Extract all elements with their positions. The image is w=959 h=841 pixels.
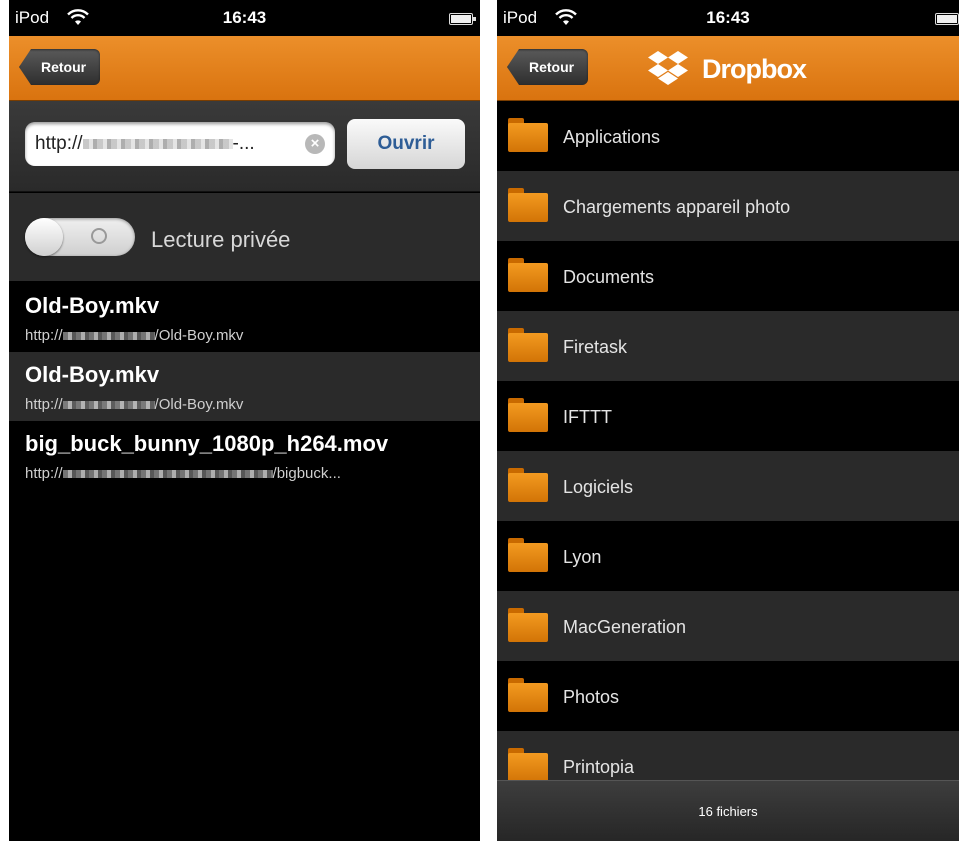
folder-icon xyxy=(508,748,548,782)
folder-icon xyxy=(508,468,548,502)
battery-icon xyxy=(449,13,476,25)
open-button[interactable]: Ouvrir xyxy=(347,119,465,169)
url-suffix: -... xyxy=(232,133,255,154)
folder-icon xyxy=(508,258,548,292)
folder-row[interactable]: Documents xyxy=(497,241,959,311)
back-button[interactable]: Retour xyxy=(19,49,101,85)
folder-name: Chargements appareil photo xyxy=(563,197,791,217)
status-bar: iPod 16:43 xyxy=(497,0,959,36)
folder-icon xyxy=(508,188,548,222)
history-item[interactable]: Old-Boy.mkv http:///Old-Boy.mkv xyxy=(9,352,480,421)
folder-icon xyxy=(508,398,548,432)
history-item[interactable]: big_buck_bunny_1080p_h264.mov http:///bi… xyxy=(9,421,480,490)
folder-icon xyxy=(508,328,548,362)
url-bar: http:// -... × Ouvrir xyxy=(9,101,480,192)
battery-icon xyxy=(935,13,959,25)
clock: 16:43 xyxy=(706,8,750,27)
history-title: Old-Boy.mkv xyxy=(25,293,160,318)
url-prefix: http:// xyxy=(35,133,83,154)
toggle-knob xyxy=(25,218,63,256)
history-url: http:///Old-Boy.mkv xyxy=(25,396,244,413)
nav-bar: Retour Dropbox xyxy=(497,36,959,101)
folder-name: Applications xyxy=(563,127,661,147)
folder-name: Firetask xyxy=(563,337,628,357)
player-screen: iPod 16:43 Retour http:// -... × Ouvrir L… xyxy=(9,0,480,841)
folder-name: MacGeneration xyxy=(563,617,687,637)
folder-row[interactable]: Lyon xyxy=(497,521,959,591)
folder-icon xyxy=(508,608,548,642)
private-mode-label: Lecture privée xyxy=(151,227,291,252)
history-title: Old-Boy.mkv xyxy=(25,362,160,387)
folder-name: Documents xyxy=(563,267,655,287)
dropbox-logo-icon xyxy=(648,51,688,85)
folder-row[interactable]: IFTTT xyxy=(497,381,959,451)
folder-name: Logiciels xyxy=(563,477,634,497)
toggle-off-icon xyxy=(91,228,107,244)
history-list: Old-Boy.mkv http:///Old-Boy.mkv Old-Boy.… xyxy=(9,283,480,490)
folder-name: Photos xyxy=(563,687,620,707)
page-title: Dropbox xyxy=(702,54,807,84)
folder-icon xyxy=(508,678,548,712)
folder-name: IFTTT xyxy=(563,407,612,427)
folder-row[interactable]: MacGeneration xyxy=(497,591,959,661)
history-url: http:///bigbuck... xyxy=(25,465,341,482)
folder-row[interactable]: Applications xyxy=(497,101,959,171)
dropbox-screen: iPod 16:43 Retour Dropbox Applications C… xyxy=(497,0,959,841)
url-input[interactable]: http:// -... × xyxy=(25,122,335,166)
clock: 16:43 xyxy=(222,8,267,27)
back-button[interactable]: Retour xyxy=(507,49,589,85)
history-item[interactable]: Old-Boy.mkv http:///Old-Boy.mkv xyxy=(9,283,480,352)
private-mode-row: Lecture privée xyxy=(9,193,480,281)
folder-row[interactable]: Chargements appareil photo xyxy=(497,171,959,241)
status-bar: iPod 16:43 xyxy=(9,0,480,36)
folder-name: Lyon xyxy=(563,547,602,567)
folder-row[interactable]: Firetask xyxy=(497,311,959,381)
private-mode-toggle[interactable] xyxy=(25,218,135,256)
folder-row[interactable]: Photos xyxy=(497,661,959,731)
history-title: big_buck_bunny_1080p_h264.mov xyxy=(25,431,389,456)
folder-icon xyxy=(508,118,548,152)
url-redacted xyxy=(82,138,233,149)
nav-bar: Retour xyxy=(9,36,480,101)
folder-icon xyxy=(508,538,548,572)
folder-list: Applications Chargements appareil photo … xyxy=(497,101,959,801)
file-count: 16 fichiers xyxy=(698,804,758,819)
bottom-toolbar: 16 fichiers xyxy=(497,780,959,841)
clear-icon[interactable]: × xyxy=(305,134,325,154)
folder-row[interactable]: Logiciels xyxy=(497,451,959,521)
folder-name: Printopia xyxy=(563,757,635,777)
history-url: http:///Old-Boy.mkv xyxy=(25,327,244,344)
